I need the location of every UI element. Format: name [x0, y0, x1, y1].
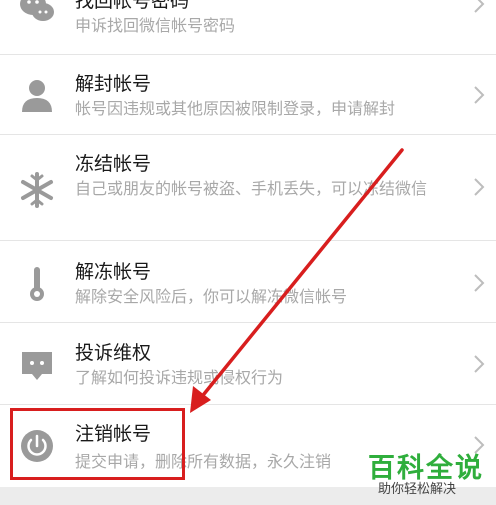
- item-title: 冻结帐号: [75, 153, 152, 175]
- chat-bubbles-icon: [20, 0, 54, 21]
- watermark-subtitle: 助你轻松解决: [378, 482, 457, 497]
- item-subtitle: 申诉找回微信帐号密码: [75, 16, 236, 35]
- item-subtitle: 了解如何投诉违规或侵权行为: [75, 368, 284, 387]
- highlight-box: [10, 408, 185, 480]
- item-subtitle: 帐号因违规或其他原因被限制登录，申请解封: [75, 99, 396, 118]
- item-title: 投诉维权: [75, 342, 152, 364]
- item-title: 解冻帐号: [75, 261, 152, 283]
- item-title: 解封帐号: [75, 73, 152, 95]
- chevron-right-icon: [474, 178, 485, 196]
- chevron-right-icon: [474, 274, 485, 292]
- list-item-recover-password[interactable]: 找回帐号密码 申诉找回微信帐号密码: [0, 0, 496, 55]
- chevron-right-icon: [474, 0, 485, 13]
- person-icon: [22, 80, 52, 112]
- thermometer-icon: [30, 267, 44, 301]
- list-item-freeze-account[interactable]: 冻结帐号 自己或朋友的帐号被盗、手机丢失，可以冻结微信: [0, 135, 496, 241]
- chevron-right-icon: [474, 355, 485, 373]
- snowflake-icon: [21, 172, 53, 208]
- list-item-unblock-account[interactable]: 解封帐号 帐号因违规或其他原因被限制登录，申请解封: [0, 55, 496, 135]
- item-subtitle: 自己或朋友的帐号被盗、手机丢失，可以冻结微信: [75, 179, 428, 198]
- item-title: 找回帐号密码: [75, 0, 190, 12]
- item-subtitle: 解除安全风险后，你可以解冻微信帐号: [75, 287, 348, 306]
- list-item-complaint[interactable]: 投诉维权 了解如何投诉违规或侵权行为: [0, 323, 496, 405]
- watermark-logo: 百科全说 助你轻松解决: [368, 446, 486, 497]
- chevron-right-icon: [474, 86, 485, 104]
- message-dots-icon: [22, 352, 52, 380]
- list-item-unfreeze-account[interactable]: 解冻帐号 解除安全风险后，你可以解冻微信帐号: [0, 241, 496, 323]
